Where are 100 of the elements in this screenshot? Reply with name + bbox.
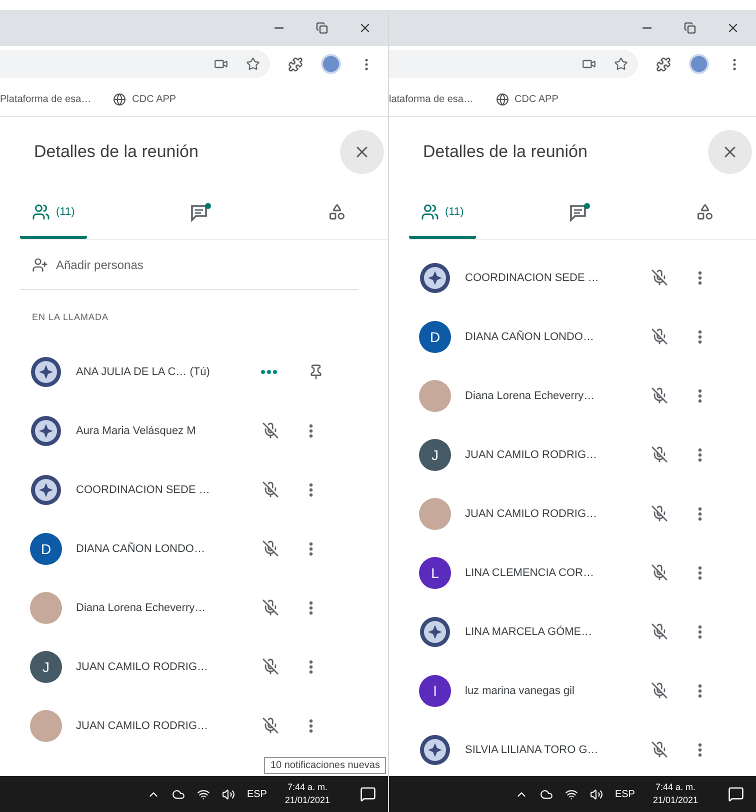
participant-row[interactable]: SILVIA LILIANA TORO G… [409, 720, 756, 776]
bookmark-link[interactable]: CDC APP [496, 92, 558, 106]
puzzle-icon[interactable] [288, 56, 303, 72]
mic-off-icon [651, 623, 668, 640]
more-vertical-icon [698, 742, 702, 756]
speaker-icon[interactable] [590, 788, 603, 800]
profile-avatar[interactable] [689, 54, 709, 74]
emblem-avatar [419, 616, 451, 648]
panel-title: Detalles de la reunión [34, 142, 198, 162]
participant-name: Diana Lorena Echeverry… [465, 390, 596, 402]
mic-off-icon [651, 446, 668, 463]
mic-off-icon [651, 682, 668, 699]
chat-icon [568, 202, 591, 222]
star-icon[interactable] [614, 57, 628, 71]
clock-date[interactable]: 21/01/2021 [652, 794, 698, 807]
participant-row[interactable]: ANA JULIA DE LA C… (Tú) [20, 342, 388, 401]
panel-title: Detalles de la reunión [423, 142, 588, 162]
emblem-avatar [419, 262, 451, 294]
participant-name: LINA MARCELA GÓME… [465, 626, 594, 638]
mic-off-icon [262, 422, 279, 439]
participant-name: DIANA CAÑON LONDO… [76, 542, 206, 554]
panel-tab[interactable]: (11) [20, 187, 87, 239]
photo-placeholder [30, 592, 62, 624]
globe-icon [496, 92, 508, 106]
wifi-icon[interactable] [564, 788, 578, 800]
mic-off-icon [651, 328, 668, 345]
participant-name: ANA JULIA DE LA C… (Tú) [76, 366, 211, 378]
close-icon[interactable] [358, 21, 372, 35]
more-vertical-icon [698, 684, 702, 698]
participant-name: Diana Lorena Echeverry… [76, 602, 207, 614]
star-icon[interactable] [246, 57, 260, 71]
participant-row[interactable]: Diana Lorena Echeverry… [20, 578, 388, 637]
restore-icon[interactable] [684, 22, 696, 34]
photo-placeholder [419, 498, 451, 530]
cloud-icon[interactable] [172, 788, 185, 800]
bookmark-link[interactable]: lataforma de esa… [389, 94, 474, 104]
language-indicator[interactable]: ESP [614, 788, 635, 800]
mic-off-icon [262, 481, 279, 498]
notification-icon[interactable] [360, 786, 376, 802]
close-button[interactable] [708, 130, 752, 174]
more-vertical-icon [309, 542, 313, 556]
participant-row[interactable]: J JUAN CAMILO RODRIG… [20, 637, 388, 696]
close-button[interactable] [340, 130, 384, 174]
globe-icon [113, 92, 126, 106]
participant-row[interactable]: LINA MARCELA GÓME… [409, 602, 756, 661]
speaker-icon[interactable] [222, 788, 235, 800]
more-vertical-icon [698, 624, 702, 638]
participant-row[interactable]: JUAN CAMILO RODRIG… [20, 696, 388, 755]
mic-off-icon [651, 387, 668, 404]
bookmark-link[interactable]: Plataforma de esa… [0, 94, 92, 104]
more-vertical-icon [309, 600, 313, 614]
clock-time[interactable]: 7:44 a. m. [655, 781, 696, 794]
more-vertical-icon [309, 718, 313, 732]
letter-avatar: J [30, 650, 62, 682]
mic-off-icon [651, 741, 668, 758]
bookmark-link[interactable]: CDC APP [113, 92, 176, 106]
cloud-icon[interactable] [540, 788, 553, 800]
mic-off-icon [651, 505, 668, 522]
participant-row[interactable]: D DIANA CAÑON LONDO… [20, 519, 388, 578]
letter-avatar: l [419, 674, 451, 706]
mic-off-icon [262, 599, 279, 616]
shapes-icon [328, 202, 346, 220]
letter-avatar: D [30, 532, 62, 564]
letter-avatar: D [419, 320, 451, 352]
participant-row[interactable]: Aura Maria Velásquez M [20, 401, 388, 460]
camera-icon[interactable] [582, 57, 596, 71]
pin-icon [308, 364, 324, 380]
emblem-avatar [30, 356, 62, 388]
participant-row[interactable]: COORDINACION SEDE … [20, 460, 388, 519]
participant-name: LINA CLEMENCIA COR… [465, 566, 595, 578]
add-people-button[interactable]: Añadir personas [20, 240, 358, 290]
language-indicator[interactable]: ESP [246, 788, 267, 800]
participant-row[interactable]: COORDINACION SEDE … [409, 248, 756, 307]
panel-tab[interactable]: (11) [409, 187, 476, 239]
wifi-icon[interactable] [196, 788, 210, 800]
profile-avatar[interactable] [321, 54, 341, 74]
puzzle-icon[interactable] [656, 56, 671, 72]
close-icon[interactable] [726, 21, 740, 35]
photo-placeholder [419, 380, 451, 412]
section-label: EN LA LLAMADA [31, 311, 110, 324]
mic-off-icon [651, 564, 668, 581]
participant-row[interactable]: JUAN CAMILO RODRIG… [409, 484, 756, 543]
more-vertical-icon [309, 424, 313, 438]
restore-icon[interactable] [316, 22, 328, 34]
participant-row[interactable]: l luz marina vanegas gil [409, 661, 756, 720]
participant-row[interactable]: J JUAN CAMILO RODRIG… [409, 425, 756, 484]
participant-row[interactable]: D DIANA CAÑON LONDO… [409, 307, 756, 366]
clock-time[interactable]: 7:44 a. m. [287, 781, 328, 794]
participant-row[interactable]: Diana Lorena Echeverry… [409, 366, 756, 425]
mic-off-icon [262, 658, 279, 675]
notification-icon[interactable] [728, 786, 744, 802]
participant-row[interactable]: L LINA CLEMENCIA COR… [409, 543, 756, 602]
clock-date[interactable]: 21/01/2021 [284, 794, 330, 807]
speaking-dots-icon [260, 368, 278, 374]
participant-name: DIANA CAÑON LONDO… [465, 330, 595, 342]
emblem-avatar [30, 474, 62, 506]
add-person-icon [32, 256, 48, 272]
camera-icon[interactable] [214, 57, 228, 71]
participant-name: luz marina vanegas gil [465, 684, 576, 696]
photo-placeholder [30, 710, 62, 742]
